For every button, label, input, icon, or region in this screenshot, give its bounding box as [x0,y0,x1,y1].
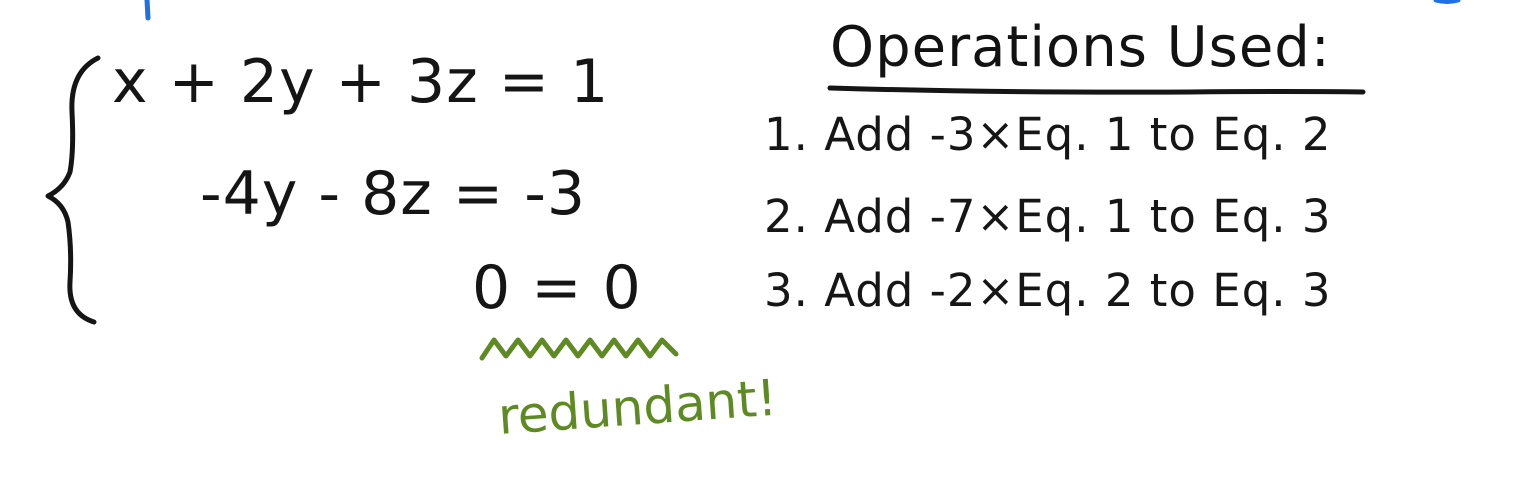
operation-item-1: 1. Add -3×Eq. 1 to Eq. 2 [764,108,1332,161]
operation-item-3: 3. Add -2×Eq. 2 to Eq. 3 [764,264,1332,317]
operations-heading: Operations Used: [830,15,1331,80]
blue-stroke-right [1433,0,1461,4]
equation-1: x + 2y + 3z = 1 [112,47,610,117]
whiteboard-canvas: x + 2y + 3z = 1 -4y - 8z = -3 0 = 0 Oper… [0,0,1535,494]
curly-brace [45,55,101,325]
equation-3: 0 = 0 [472,253,642,323]
operation-item-2: 2. Add -7×Eq. 1 to Eq. 3 [764,190,1332,243]
green-squiggle [479,337,679,361]
equation-2: -4y - 8z = -3 [200,159,587,229]
blue-stroke-left [144,0,151,21]
heading-underline [827,85,1366,95]
